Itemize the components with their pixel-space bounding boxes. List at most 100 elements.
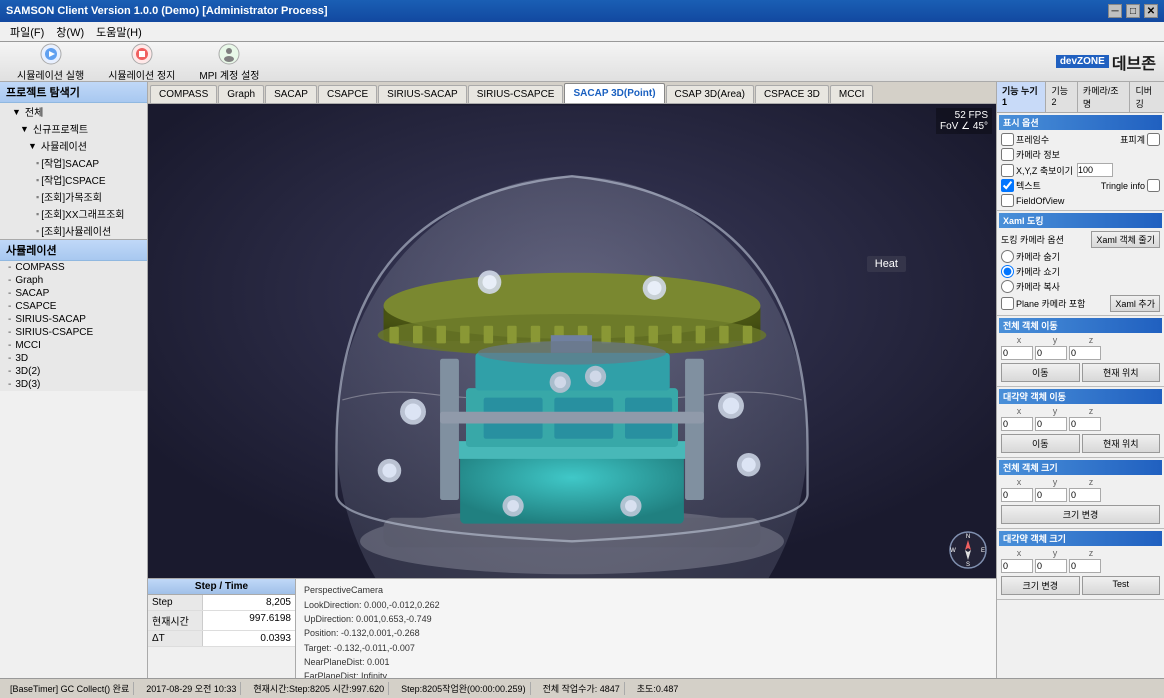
simlist-item-3d2[interactable]: - 3D(2) xyxy=(0,365,147,378)
simlist-item-mcci[interactable]: - MCCI xyxy=(0,339,147,352)
target-move-title: 대각약 객체 이동 xyxy=(999,389,1162,404)
tree-item-view1[interactable]: ▪ [조회]가목조회 xyxy=(0,188,147,205)
menu-help[interactable]: 도움말(H) xyxy=(90,24,148,40)
target-size-button[interactable]: 크기 변경 xyxy=(1001,576,1080,595)
object-move-current-button[interactable]: 현재 위치 xyxy=(1082,363,1161,382)
coord-header-move: x y z xyxy=(999,335,1162,345)
camera-far-plane: FarPlaneDist: Infinity xyxy=(304,669,988,678)
tab-graph[interactable]: Graph xyxy=(218,85,264,103)
target-move-y[interactable] xyxy=(1035,417,1067,431)
mpi-settings-button[interactable]: MPI 계정 설정 xyxy=(190,39,268,85)
object-size-y[interactable] xyxy=(1035,488,1067,502)
object-size-z[interactable] xyxy=(1069,488,1101,502)
target-move-z[interactable] xyxy=(1069,417,1101,431)
target-size-test-button[interactable]: Test xyxy=(1082,576,1161,595)
tab-sirius-sacap[interactable]: SIRIUS-SACAP xyxy=(378,85,467,103)
bottom-combined: Step / Time Step 8,205 현재시간 997.6198 ΔT … xyxy=(148,578,996,678)
project-panel-header[interactable]: 프로젝트 탐색기 xyxy=(0,82,147,103)
xaml-remove-button[interactable]: Xaml 객체 줄기 xyxy=(1091,231,1160,248)
tab-cspace-3d[interactable]: CSPACE 3D xyxy=(755,85,829,103)
simlist-panel-header[interactable]: 사뮬레이션 xyxy=(0,240,147,261)
radio-copy-camera-input[interactable] xyxy=(1001,280,1014,293)
xyz-value-input[interactable] xyxy=(1077,163,1113,177)
simlist-item-csapce[interactable]: - CSAPCE xyxy=(0,300,147,313)
sim-stop-button[interactable]: 시뮬레이션 정지 xyxy=(99,39,184,85)
close-button[interactable]: ✕ xyxy=(1144,4,1158,18)
simlist-item-3d3[interactable]: - 3D(3) xyxy=(0,378,147,391)
tree-root[interactable]: ▼ 전체 xyxy=(0,103,147,120)
checkbox-framerate-input[interactable] xyxy=(1001,133,1014,146)
object-size-button[interactable]: 크기 변경 xyxy=(1001,505,1160,524)
viewport[interactable]: 52 FPS FoV ∠ 45° xyxy=(148,104,996,578)
simlist-item-sacap[interactable]: - SACAP xyxy=(0,287,147,300)
target-size-z[interactable] xyxy=(1069,559,1101,573)
scene-svg: Heat xyxy=(148,104,996,578)
simlist-item-sirius-sacap[interactable]: - SIRIUS-SACAP xyxy=(0,313,147,326)
checkbox-xyz-input[interactable] xyxy=(1001,164,1014,177)
checkbox-text-input[interactable] xyxy=(1001,179,1014,192)
target-move-current-button[interactable]: 현재 위치 xyxy=(1082,434,1161,453)
simlist-item-3d[interactable]: - 3D xyxy=(0,352,147,365)
fps-value: 52 FPS xyxy=(940,110,988,121)
simlist-item-sirius-csapce[interactable]: - SIRIUS-CSAPCE xyxy=(0,326,147,339)
tree-item-new-project[interactable]: ▼ 신규프로젝트 xyxy=(0,120,147,137)
object-move-x[interactable] xyxy=(1001,346,1033,360)
tab-sirius-csapce[interactable]: SIRIUS-CSAPCE xyxy=(468,85,564,103)
maximize-button[interactable]: □ xyxy=(1126,4,1140,18)
simlist-item-graph[interactable]: - Graph xyxy=(0,274,147,287)
target-size-y[interactable] xyxy=(1035,559,1067,573)
tree-item-cspace[interactable]: ▪ [작업]CSPACE xyxy=(0,171,147,188)
center-content: COMPASS Graph SACAP CSAPCE SIRIUS-SACAP … xyxy=(148,82,996,678)
camera-up-direction: UpDirection: 0.001,0.653,-0.749 xyxy=(304,612,988,626)
tree-item-simulation[interactable]: ▼ 사뮬레이션 xyxy=(0,137,147,154)
status-offset: 초도:0.487 xyxy=(633,682,683,695)
sim-run-label: 시뮬레이션 실행 xyxy=(17,67,84,82)
sim-run-button[interactable]: 시뮬레이션 실행 xyxy=(8,39,93,85)
minimize-button[interactable]: ─ xyxy=(1108,4,1122,18)
menu-window[interactable]: 창(W) xyxy=(50,24,90,40)
tree-item-view3[interactable]: ▪ [조회]사뮬레이션 xyxy=(0,222,147,239)
object-size-coords xyxy=(999,487,1162,503)
object-move-coords xyxy=(999,345,1162,361)
simlist-3d2-label: 3D(2) xyxy=(15,366,40,377)
checkbox-surface-input[interactable] xyxy=(1147,133,1160,146)
tab-csapce[interactable]: CSAPCE xyxy=(318,85,377,103)
object-size-actions: 크기 변경 xyxy=(999,503,1162,526)
checkbox-fov-input[interactable] xyxy=(1001,194,1014,207)
right-tab-debug[interactable]: 디버깅 xyxy=(1130,82,1164,112)
target-size-x[interactable] xyxy=(1001,559,1033,573)
tab-sacap[interactable]: SACAP xyxy=(265,85,317,103)
object-move-z[interactable] xyxy=(1069,346,1101,360)
tab-csap-3d-area[interactable]: CSAP 3D(Area) xyxy=(666,85,754,103)
radio-hide-camera-input[interactable] xyxy=(1001,250,1014,263)
right-tab-1[interactable]: 기능 누기1 xyxy=(997,82,1046,112)
xaml-add-button[interactable]: Xaml 추가 xyxy=(1110,295,1160,312)
x-header: x xyxy=(1001,335,1037,345)
tab-sacap-3d-point[interactable]: SACAP 3D(Point) xyxy=(564,83,664,103)
object-move-button[interactable]: 이동 xyxy=(1001,363,1080,382)
plane-camera-checkbox[interactable] xyxy=(1001,297,1014,310)
tree-item-sacap[interactable]: ▪ [작업]SACAP xyxy=(0,154,147,171)
osz-header: z xyxy=(1073,477,1109,487)
simlist-item-compass[interactable]: - COMPASS xyxy=(0,261,147,274)
checkbox-camerainfo-input[interactable] xyxy=(1001,148,1014,161)
right-tab-camera[interactable]: 카메라/조명 xyxy=(1078,82,1131,112)
delta-label: ΔT xyxy=(148,631,203,646)
tree-cspace-label: [작업]CSPACE xyxy=(41,172,105,187)
target-move-x[interactable] xyxy=(1001,417,1033,431)
checkbox-tringle-input[interactable] xyxy=(1147,179,1160,192)
target-move-button[interactable]: 이동 xyxy=(1001,434,1080,453)
menu-file[interactable]: 파일(F) xyxy=(4,24,50,40)
tree-leaf-icon-sacap: ▪ xyxy=(36,158,39,168)
main-layout: 프로젝트 탐색기 ▼ 전체 ▼ 신규프로젝트 ▼ 사뮬레이션 ▪ [작업]SAC… xyxy=(0,82,1164,678)
title-bar-controls[interactable]: ─ □ ✕ xyxy=(1108,4,1158,18)
right-tab-2[interactable]: 기능2 xyxy=(1046,82,1077,112)
object-size-x[interactable] xyxy=(1001,488,1033,502)
step-time-panel: Step / Time Step 8,205 현재시간 997.6198 ΔT … xyxy=(148,579,296,678)
tree-item-view2[interactable]: ▪ [조회]XX그래프조회 xyxy=(0,205,147,222)
tsx-header: x xyxy=(1001,548,1037,558)
object-move-y[interactable] xyxy=(1035,346,1067,360)
tab-mcci[interactable]: MCCI xyxy=(830,85,874,103)
radio-show-camera-input[interactable] xyxy=(1001,265,1014,278)
tab-compass[interactable]: COMPASS xyxy=(150,85,217,103)
